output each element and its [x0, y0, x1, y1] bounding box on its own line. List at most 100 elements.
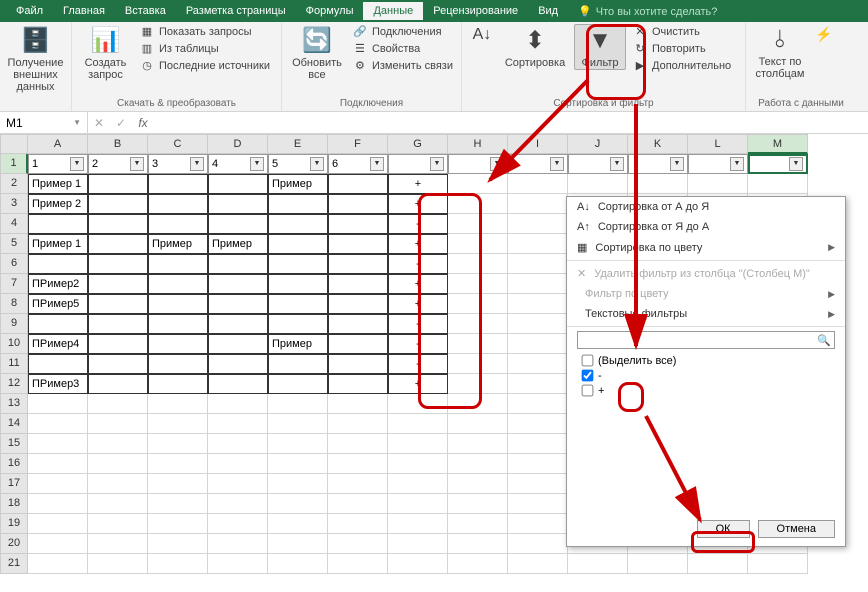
cell[interactable] — [88, 514, 148, 534]
tell-me[interactable]: 💡Что вы хотите сделать? — [568, 2, 727, 21]
cell[interactable] — [328, 334, 388, 354]
name-box-dropdown-icon[interactable]: ▼ — [73, 118, 81, 127]
cell[interactable] — [328, 494, 388, 514]
cell[interactable] — [88, 394, 148, 414]
text-to-columns-button[interactable]: ⫰ Текст по столбцам — [752, 24, 808, 80]
get-external-data-button[interactable]: 🗄️ Получение внешних данных — [6, 24, 65, 93]
cell[interactable] — [148, 434, 208, 454]
column-header-D[interactable]: D — [208, 134, 268, 154]
cell[interactable] — [28, 414, 88, 434]
cell[interactable] — [208, 434, 268, 454]
cell[interactable] — [328, 394, 388, 414]
cell[interactable] — [328, 534, 388, 554]
cell[interactable] — [88, 554, 148, 574]
cell[interactable] — [448, 534, 508, 554]
cell[interactable] — [388, 554, 448, 574]
cell[interactable] — [508, 414, 568, 434]
cell[interactable]: Пример — [268, 334, 328, 354]
cell[interactable] — [328, 234, 388, 254]
filter-value-plus[interactable]: + — [581, 383, 831, 398]
row-header-16[interactable]: 16 — [0, 454, 28, 474]
cell[interactable] — [508, 274, 568, 294]
cell[interactable]: Пример — [268, 174, 328, 194]
sort-az-button[interactable]: A↓ — [468, 24, 496, 46]
ok-button[interactable]: ОК — [697, 520, 750, 538]
cell[interactable]: Пример 1 — [28, 234, 88, 254]
cell[interactable] — [448, 274, 508, 294]
cell[interactable] — [448, 234, 508, 254]
tab-insert[interactable]: Вставка — [115, 2, 176, 20]
cell[interactable]: - — [388, 314, 448, 334]
cell[interactable] — [268, 294, 328, 314]
cell[interactable] — [388, 414, 448, 434]
filter-button[interactable]: ▼ Фильтр — [574, 24, 626, 70]
cell[interactable] — [268, 534, 328, 554]
cell[interactable] — [88, 294, 148, 314]
filter-cell[interactable]: 4 ▼ — [208, 154, 268, 174]
cell[interactable] — [388, 434, 448, 454]
cell[interactable] — [28, 434, 88, 454]
name-box[interactable]: M1 ▼ — [0, 112, 88, 133]
cell[interactable] — [448, 494, 508, 514]
reapply-button[interactable]: ↻Повторить — [630, 41, 733, 56]
column-header-F[interactable]: F — [328, 134, 388, 154]
row-header-21[interactable]: 21 — [0, 554, 28, 574]
cell[interactable] — [208, 214, 268, 234]
filter-cell[interactable]: ▼ — [748, 154, 808, 174]
cell[interactable] — [448, 294, 508, 314]
cell[interactable] — [388, 394, 448, 414]
row-header-4[interactable]: 4 — [0, 214, 28, 234]
row-header-13[interactable]: 13 — [0, 394, 28, 414]
cell[interactable] — [28, 354, 88, 374]
cell[interactable] — [448, 454, 508, 474]
cell[interactable] — [28, 554, 88, 574]
cell[interactable] — [88, 374, 148, 394]
cell[interactable] — [268, 194, 328, 214]
row-header-20[interactable]: 20 — [0, 534, 28, 554]
cell[interactable] — [328, 194, 388, 214]
cell[interactable] — [328, 434, 388, 454]
cell[interactable] — [508, 314, 568, 334]
cell[interactable] — [508, 234, 568, 254]
row-header-10[interactable]: 10 — [0, 334, 28, 354]
cell[interactable] — [88, 254, 148, 274]
tab-data[interactable]: Данные — [363, 2, 423, 20]
cell[interactable]: + — [388, 194, 448, 214]
cell[interactable] — [88, 194, 148, 214]
column-header-M[interactable]: M — [748, 134, 808, 154]
cell[interactable] — [88, 314, 148, 334]
row-header-17[interactable]: 17 — [0, 474, 28, 494]
cell[interactable] — [28, 514, 88, 534]
edit-links-button[interactable]: ⚙Изменить связи — [350, 58, 455, 73]
column-header-K[interactable]: K — [628, 134, 688, 154]
cell[interactable] — [508, 194, 568, 214]
cell[interactable] — [268, 494, 328, 514]
cell[interactable] — [28, 314, 88, 334]
cell[interactable] — [448, 314, 508, 334]
cell[interactable] — [508, 294, 568, 314]
cell[interactable] — [88, 414, 148, 434]
cancel-formula-icon[interactable]: ✕ — [88, 116, 110, 130]
cell[interactable] — [148, 354, 208, 374]
cell[interactable] — [148, 554, 208, 574]
cell[interactable]: + — [388, 234, 448, 254]
row-header-9[interactable]: 9 — [0, 314, 28, 334]
refresh-all-button[interactable]: 🔄 Обновить все — [288, 24, 346, 81]
cell[interactable] — [268, 354, 328, 374]
cell[interactable] — [208, 354, 268, 374]
cell[interactable] — [148, 194, 208, 214]
cell[interactable] — [208, 254, 268, 274]
cell[interactable]: - — [388, 334, 448, 354]
cell[interactable] — [208, 454, 268, 474]
cell[interactable] — [448, 394, 508, 414]
cell[interactable] — [448, 194, 508, 214]
cell[interactable] — [148, 334, 208, 354]
connections-button[interactable]: 🔗Подключения — [350, 24, 455, 39]
cell[interactable] — [388, 454, 448, 474]
cell[interactable] — [268, 414, 328, 434]
cell[interactable] — [748, 174, 808, 194]
cell[interactable] — [328, 254, 388, 274]
cell[interactable] — [328, 214, 388, 234]
cell[interactable] — [28, 254, 88, 274]
column-header-H[interactable]: H — [448, 134, 508, 154]
